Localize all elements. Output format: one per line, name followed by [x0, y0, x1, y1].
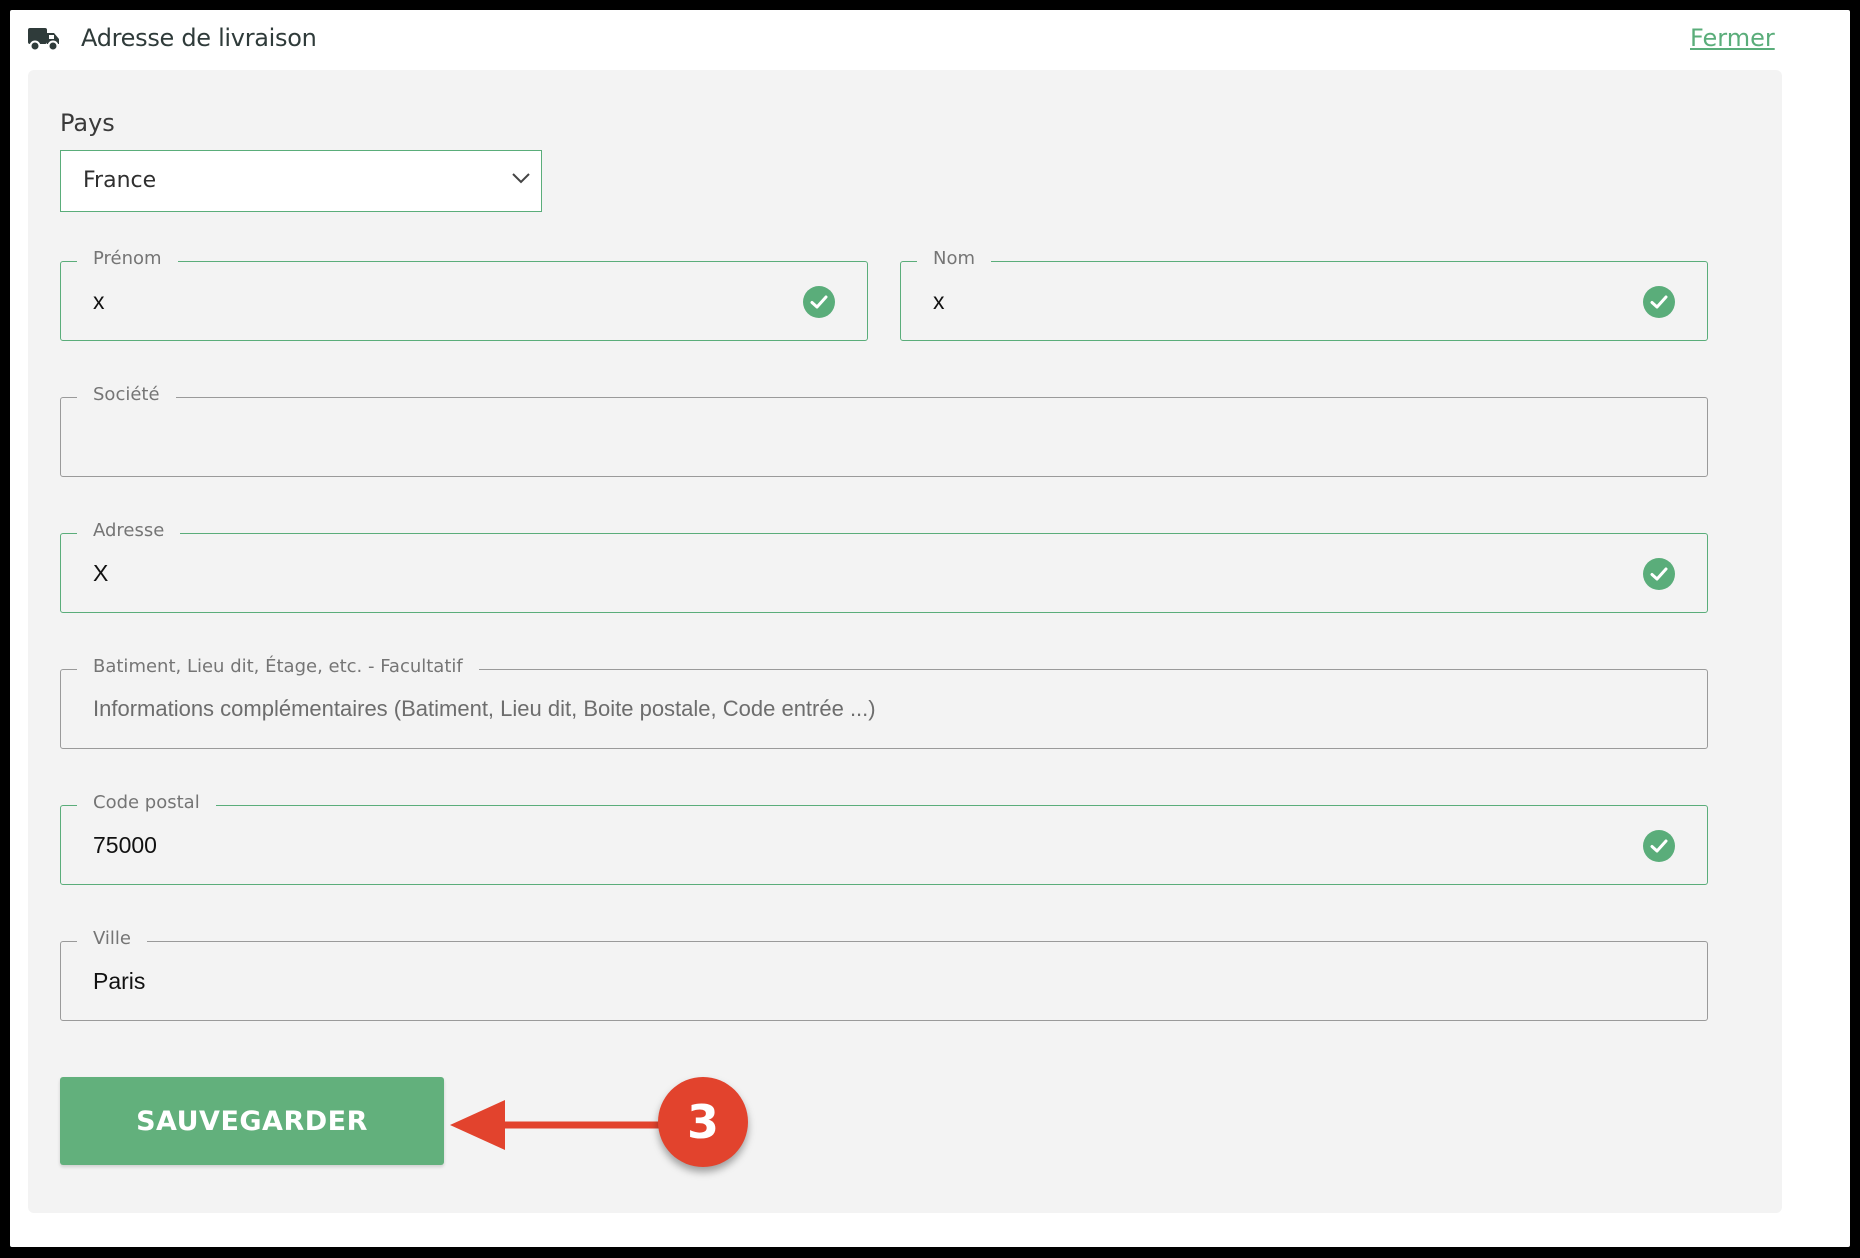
save-button[interactable]: SAUVEGARDER — [60, 1077, 444, 1165]
postal-code-label: Code postal — [77, 792, 216, 813]
city-value: Paris — [93, 968, 146, 994]
address-value: X — [93, 560, 109, 586]
company-label: Société — [77, 384, 176, 405]
address-field[interactable]: Adresse X — [60, 520, 1708, 613]
postal-code-value: 75000 — [93, 832, 157, 858]
step-badge: 3 — [658, 1077, 748, 1167]
address-complement-label: Batiment, Lieu dit, Étage, etc. - Facult… — [77, 656, 479, 677]
address-complement-field[interactable]: Batiment, Lieu dit, Étage, etc. - Facult… — [60, 656, 1708, 749]
last-name-value: x — [933, 288, 945, 314]
section-title: Adresse de livraison — [81, 24, 317, 52]
chevron-down-icon — [512, 173, 530, 184]
country-select[interactable]: France — [60, 150, 542, 212]
country-selected-value: France — [83, 168, 157, 193]
country-label: Pays — [60, 109, 115, 137]
last-name-field[interactable]: Nom x — [900, 248, 1708, 341]
check-circle-icon — [1643, 830, 1675, 862]
address-complement-placeholder: Informations complémentaires (Batiment, … — [93, 696, 876, 721]
truck-icon — [28, 28, 59, 52]
first-name-value: x — [93, 288, 105, 314]
close-link[interactable]: Fermer — [1690, 24, 1775, 52]
postal-code-field[interactable]: Code postal 75000 — [60, 792, 1708, 885]
company-field[interactable]: Société — [60, 384, 1708, 477]
section-header: Adresse de livraison Fermer — [10, 10, 1850, 78]
first-name-field[interactable]: Prénom x — [60, 248, 868, 341]
address-form-panel — [28, 70, 1782, 1213]
annotation-arrow-icon — [450, 1100, 665, 1150]
city-field[interactable]: Ville Paris — [60, 928, 1708, 1021]
address-label: Adresse — [77, 520, 181, 541]
app-window: Adresse de livraison Fermer Pays France … — [10, 10, 1850, 1247]
city-label: Ville — [77, 928, 147, 949]
check-circle-icon — [803, 286, 835, 318]
last-name-label: Nom — [917, 248, 992, 269]
check-circle-icon — [1643, 558, 1675, 590]
first-name-label: Prénom — [77, 248, 178, 269]
check-circle-icon — [1643, 286, 1675, 318]
